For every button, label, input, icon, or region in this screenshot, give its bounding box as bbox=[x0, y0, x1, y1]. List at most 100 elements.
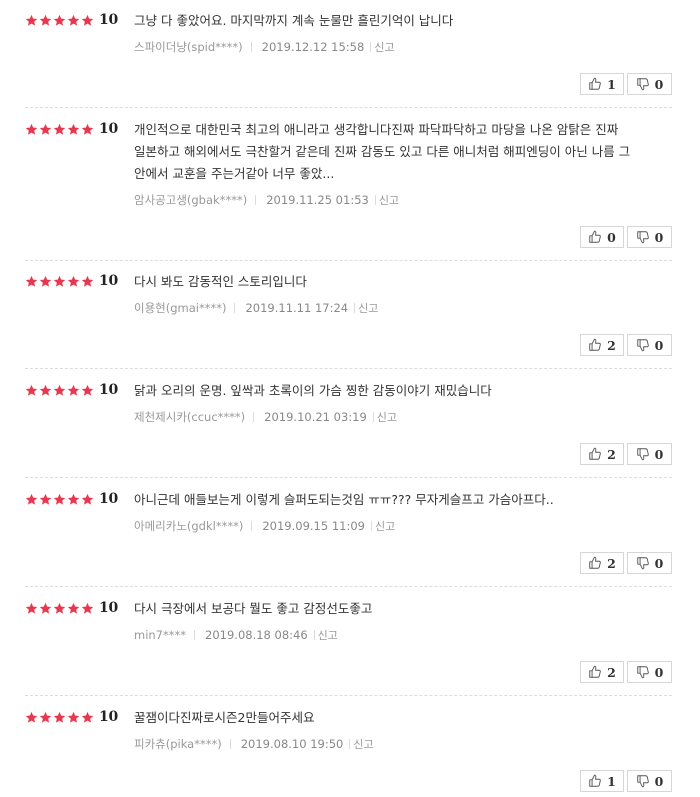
star-icon bbox=[81, 602, 94, 615]
star-icon bbox=[67, 123, 80, 136]
star-icon bbox=[39, 711, 52, 724]
divider bbox=[194, 630, 196, 640]
review-separator bbox=[25, 695, 672, 696]
divider bbox=[255, 195, 257, 205]
rating-score: 10 bbox=[25, 10, 118, 30]
dislike-count: 0 bbox=[654, 664, 664, 680]
like-count: 1 bbox=[607, 76, 616, 92]
review-date: 2019.08.10 19:50 bbox=[240, 737, 344, 751]
star-icon bbox=[25, 14, 38, 27]
review-item: 10 다시 봐도 감동적인 스토리입니다 이용현(gmai****) 2019.11.… bbox=[25, 271, 672, 369]
star-icon bbox=[81, 14, 94, 27]
star-icon bbox=[67, 602, 80, 615]
like-button[interactable]: 1 bbox=[580, 770, 624, 792]
thumbs-up-icon bbox=[588, 338, 602, 352]
review-author[interactable]: 암사공고생(gbak****) bbox=[134, 192, 247, 208]
review-text: 다시 봐도 감동적인 스토리입니다 bbox=[134, 274, 307, 289]
divider bbox=[234, 303, 236, 313]
like-button[interactable]: 2 bbox=[580, 334, 624, 356]
review-text: 다시 극장에서 보공다 뭘도 좋고 감정선도좋고 bbox=[134, 601, 373, 616]
review-author[interactable]: 이용현(gmai****) bbox=[134, 300, 226, 316]
report-link[interactable]: 신고 bbox=[377, 409, 397, 425]
score-number: 10 bbox=[99, 273, 118, 289]
like-button[interactable]: 0 bbox=[580, 226, 624, 248]
dislike-button[interactable]: 0 bbox=[627, 770, 672, 792]
star-icon bbox=[67, 384, 80, 397]
review-date: 2019.11.25 01:53 bbox=[266, 193, 369, 207]
review-meta: 피카츄(pika****) 2019.08.10 19:50 신고 bbox=[134, 736, 374, 752]
report-link[interactable]: 신고 bbox=[358, 300, 378, 316]
star-icon bbox=[67, 493, 80, 506]
star-icon bbox=[53, 711, 66, 724]
thumbs-down-icon bbox=[636, 447, 650, 461]
report-link[interactable]: 신고 bbox=[353, 736, 373, 752]
review-separator bbox=[25, 107, 672, 108]
star-icon bbox=[67, 711, 80, 724]
review-author[interactable]: min7**** bbox=[134, 628, 186, 642]
like-button[interactable]: 1 bbox=[580, 73, 624, 95]
review-text: 개인적으로 대한민국 최고의 애니라고 생각합니다진짜 파닥파닥하고 마당을 나… bbox=[134, 122, 631, 181]
dislike-button[interactable]: 0 bbox=[627, 73, 672, 95]
thumbs-up-icon bbox=[588, 77, 602, 91]
star-icon bbox=[39, 602, 52, 615]
like-count: 2 bbox=[607, 446, 616, 462]
like-button[interactable]: 2 bbox=[580, 443, 624, 465]
score-number: 10 bbox=[99, 709, 118, 725]
review-meta: min7**** 2019.08.18 08:46 신고 bbox=[134, 627, 338, 643]
review-author[interactable]: 피카츄(pika****) bbox=[134, 736, 222, 752]
dislike-button[interactable]: 0 bbox=[627, 661, 672, 683]
review-meta: 아메리카노(gdkl****) 2019.09.15 11:09 신고 bbox=[134, 518, 395, 534]
report-link[interactable]: 신고 bbox=[374, 39, 394, 55]
rating-score: 10 bbox=[25, 271, 118, 291]
review-author[interactable]: 아메리카노(gdkl****) bbox=[134, 518, 243, 534]
vote-buttons: 10 bbox=[580, 770, 672, 792]
report-link[interactable]: 신고 bbox=[379, 192, 399, 208]
dislike-button[interactable]: 0 bbox=[627, 334, 672, 356]
review-separator bbox=[25, 260, 672, 261]
like-count: 0 bbox=[607, 229, 616, 245]
like-button[interactable]: 2 bbox=[580, 661, 624, 683]
star-icon bbox=[81, 275, 94, 288]
report-link[interactable]: 신고 bbox=[375, 518, 395, 534]
star-icon bbox=[67, 275, 80, 288]
star-icon bbox=[25, 384, 38, 397]
report-link[interactable]: 신고 bbox=[318, 627, 338, 643]
dislike-button[interactable]: 0 bbox=[627, 443, 672, 465]
star-icon bbox=[25, 275, 38, 288]
star-icon bbox=[25, 602, 38, 615]
review-item: 10 꿀잼이다진짜로시즌2만들어주세요 피카츄(pika****) 2019.08.1… bbox=[25, 707, 672, 797]
dislike-button[interactable]: 0 bbox=[627, 552, 672, 574]
divider bbox=[372, 412, 374, 422]
star-icon bbox=[81, 493, 94, 506]
star-icon bbox=[53, 384, 66, 397]
thumbs-down-icon bbox=[636, 338, 650, 352]
star-rating bbox=[25, 14, 95, 27]
dislike-count: 0 bbox=[654, 76, 664, 92]
vote-buttons: 00 bbox=[580, 226, 672, 248]
divider bbox=[370, 42, 372, 52]
rating-score: 10 bbox=[25, 380, 118, 400]
vote-buttons: 20 bbox=[580, 661, 672, 683]
review-date: 2019.08.18 08:46 bbox=[205, 628, 308, 642]
review-item: 10 그냥 다 좋았어요. 마지막까지 계속 눈물만 흘린기억이 납니다 스파이더냥… bbox=[25, 10, 672, 108]
divider bbox=[354, 303, 356, 313]
like-button[interactable]: 2 bbox=[580, 552, 624, 574]
vote-buttons: 20 bbox=[580, 552, 672, 574]
star-icon bbox=[81, 711, 94, 724]
vote-buttons: 20 bbox=[580, 334, 672, 356]
review-separator bbox=[25, 477, 672, 478]
review-separator bbox=[25, 586, 672, 587]
thumbs-up-icon bbox=[588, 556, 602, 570]
thumbs-up-icon bbox=[588, 665, 602, 679]
star-icon bbox=[67, 14, 80, 27]
review-author[interactable]: 스파이더냥(spid****) bbox=[134, 39, 243, 55]
dislike-button[interactable]: 0 bbox=[627, 226, 672, 248]
star-rating bbox=[25, 493, 95, 506]
star-icon bbox=[39, 493, 52, 506]
review-author[interactable]: 제천제시카(ccuc****) bbox=[134, 409, 245, 425]
divider bbox=[313, 630, 315, 640]
dislike-count: 0 bbox=[654, 446, 664, 462]
like-count: 1 bbox=[607, 773, 616, 789]
score-number: 10 bbox=[99, 600, 118, 616]
thumbs-down-icon bbox=[636, 77, 650, 91]
